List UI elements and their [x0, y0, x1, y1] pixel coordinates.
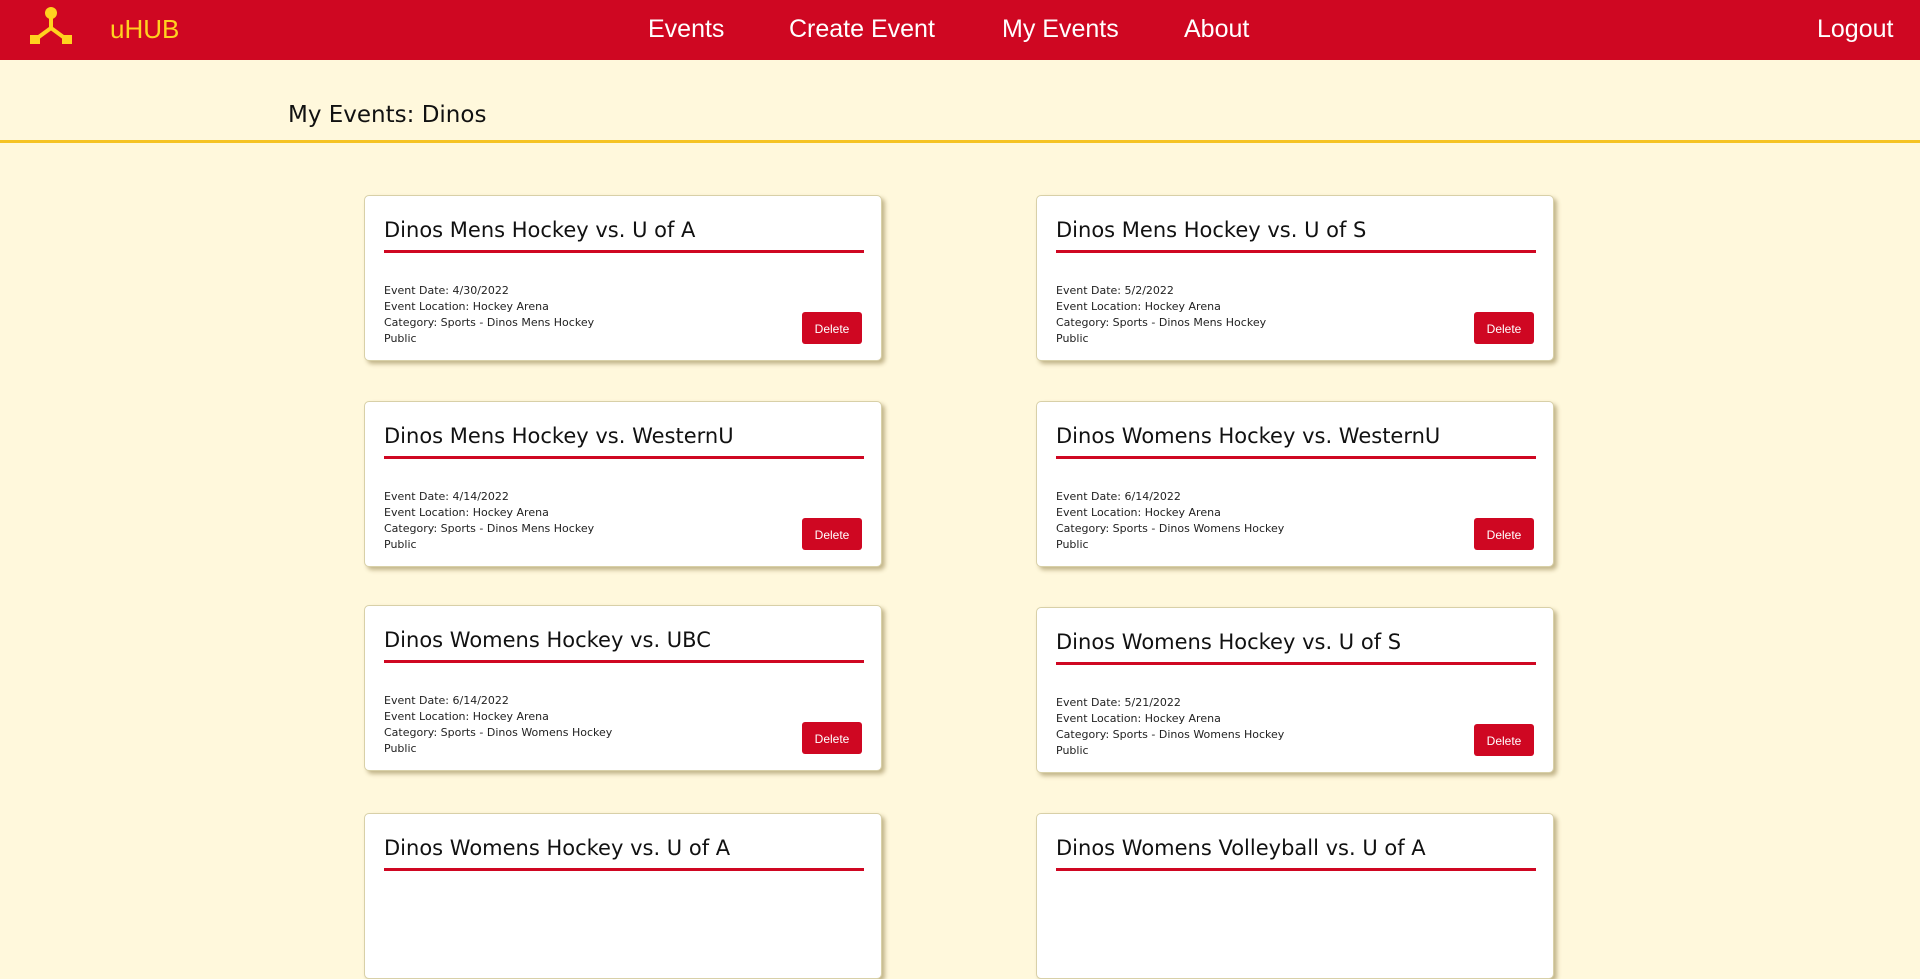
- event-title: Dinos Womens Hockey vs. U of A: [384, 836, 731, 860]
- event-title: Dinos Womens Hockey vs. U of S: [1056, 630, 1402, 654]
- nav-link-my-events[interactable]: My Events: [1002, 15, 1119, 44]
- event-category: Category: Sports - Dinos Womens Hockey: [1056, 728, 1285, 741]
- title-divider: [384, 250, 864, 253]
- event-card: Dinos Womens Hockey vs. WesternU Event D…: [1036, 401, 1554, 567]
- event-location: Event Location: Hockey Arena: [1056, 712, 1221, 725]
- event-details: Event Date: 5/21/2022 Event Location: Ho…: [1056, 695, 1284, 759]
- event-title: Dinos Mens Hockey vs. WesternU: [384, 424, 734, 448]
- top-navbar: uHUB Events Create Event My Events About…: [0, 0, 1920, 60]
- nav-link-create-event[interactable]: Create Event: [789, 15, 935, 44]
- delete-button[interactable]: Delete: [802, 722, 862, 754]
- event-date: Event Date: 6/14/2022: [1056, 490, 1181, 503]
- event-details: Event Date: 6/14/2022 Event Location: Ho…: [1056, 489, 1284, 553]
- event-date: Event Date: 4/30/2022: [384, 284, 509, 297]
- page-header: My Events: Dinos: [0, 60, 1920, 143]
- event-location: Event Location: Hockey Arena: [384, 506, 549, 519]
- event-details: Event Date: 4/14/2022 Event Location: Ho…: [384, 489, 594, 553]
- title-divider: [384, 660, 864, 663]
- event-title: Dinos Mens Hockey vs. U of A: [384, 218, 696, 242]
- title-divider: [1056, 250, 1536, 253]
- title-divider: [384, 868, 864, 871]
- event-card: Dinos Womens Hockey vs. U of A: [364, 813, 882, 979]
- nav-link-events[interactable]: Events: [648, 15, 724, 44]
- event-location: Event Location: Hockey Arena: [384, 710, 549, 723]
- event-category: Category: Sports - Dinos Womens Hockey: [384, 726, 613, 739]
- event-details: Event Date: 4/30/2022 Event Location: Ho…: [384, 283, 594, 347]
- event-visibility: Public: [1056, 332, 1089, 345]
- event-visibility: Public: [1056, 744, 1089, 757]
- event-title: Dinos Womens Hockey vs. UBC: [384, 628, 711, 652]
- event-title: Dinos Mens Hockey vs. U of S: [1056, 218, 1367, 242]
- event-location: Event Location: Hockey Arena: [1056, 506, 1221, 519]
- title-divider: [1056, 868, 1536, 871]
- event-card: Dinos Womens Volleyball vs. U of A: [1036, 813, 1554, 979]
- event-category: Category: Sports - Dinos Mens Hockey: [384, 316, 595, 329]
- event-card: Dinos Mens Hockey vs. U of S Event Date:…: [1036, 195, 1554, 361]
- event-date: Event Date: 5/21/2022: [1056, 696, 1181, 709]
- event-title: Dinos Womens Volleyball vs. U of A: [1056, 836, 1426, 860]
- title-divider: [1056, 662, 1536, 665]
- event-card: Dinos Womens Hockey vs. U of S Event Dat…: [1036, 607, 1554, 773]
- event-visibility: Public: [1056, 538, 1089, 551]
- delete-button[interactable]: Delete: [1474, 518, 1534, 550]
- delete-button[interactable]: Delete: [802, 518, 862, 550]
- event-category: Category: Sports - Dinos Womens Hockey: [1056, 522, 1285, 535]
- event-visibility: Public: [384, 742, 417, 755]
- event-location: Event Location: Hockey Arena: [384, 300, 549, 313]
- event-title: Dinos Womens Hockey vs. WesternU: [1056, 424, 1441, 448]
- event-date: Event Date: 6/14/2022: [384, 694, 509, 707]
- event-visibility: Public: [384, 538, 417, 551]
- event-details: Event Date: 6/14/2022 Event Location: Ho…: [384, 693, 612, 757]
- event-visibility: Public: [384, 332, 417, 345]
- event-card: Dinos Mens Hockey vs. U of A Event Date:…: [364, 195, 882, 361]
- title-divider: [384, 456, 864, 459]
- event-category: Category: Sports - Dinos Mens Hockey: [384, 522, 595, 535]
- delete-button[interactable]: Delete: [802, 312, 862, 344]
- event-date: Event Date: 4/14/2022: [384, 490, 509, 503]
- event-card: Dinos Womens Hockey vs. UBC Event Date: …: [364, 605, 882, 771]
- logout-link[interactable]: Logout: [1817, 15, 1893, 44]
- delete-button[interactable]: Delete: [1474, 724, 1534, 756]
- brand-link[interactable]: uHUB: [110, 14, 179, 45]
- event-category: Category: Sports - Dinos Mens Hockey: [1056, 316, 1267, 329]
- event-details: Event Date: 5/2/2022 Event Location: Hoc…: [1056, 283, 1266, 347]
- nav-link-about[interactable]: About: [1184, 15, 1249, 44]
- network-node-icon[interactable]: [30, 6, 72, 44]
- event-date: Event Date: 5/2/2022: [1056, 284, 1174, 297]
- event-location: Event Location: Hockey Arena: [1056, 300, 1221, 313]
- title-divider: [1056, 456, 1536, 459]
- page-title: My Events: Dinos: [288, 102, 487, 128]
- event-card: Dinos Mens Hockey vs. WesternU Event Dat…: [364, 401, 882, 567]
- delete-button[interactable]: Delete: [1474, 312, 1534, 344]
